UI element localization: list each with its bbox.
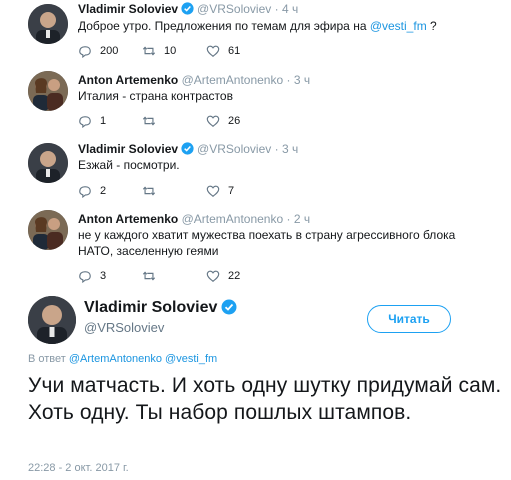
reply-count: 2 [100,185,107,197]
separator-dot: · [286,212,291,226]
retweet-icon [142,269,156,283]
tweet-text: не у каждого хватит мужества поехать в с… [78,228,456,258]
retweet-button[interactable] [142,114,164,128]
like-count: 61 [228,45,241,57]
like-button[interactable]: 26 [206,114,240,128]
tweet-actions: 3 22 [78,269,378,285]
like-button[interactable]: 61 [206,44,240,58]
avatar[interactable] [28,143,68,183]
verified-badge-icon [221,299,237,315]
tweet-text: Езжай - посмотри. [78,158,180,172]
avatar[interactable] [28,210,68,250]
author-handle[interactable]: @ArtemAntonenko [182,73,284,87]
tweet-text-part: Доброе утро. Предложения по темам для эф… [78,19,370,33]
reply-prefix: В ответ [28,353,69,365]
author-name[interactable]: Anton Artemenko [78,73,178,87]
retweet-icon [142,184,156,198]
mention-link[interactable]: @vesti_fm [370,19,427,33]
like-icon [206,114,220,128]
tweet-actions: 200 10 61 [78,44,378,60]
retweet-button[interactable] [142,269,164,283]
author-name[interactable]: Vladimir Soloviev [78,142,178,156]
reply-button[interactable]: 200 [78,44,118,58]
avatar[interactable] [28,296,76,344]
verified-badge-icon [181,142,194,155]
reply-to-line: В ответ @ArtemAntonenko @vesti_fm [28,353,217,365]
like-icon [206,184,220,198]
separator-dot: · [274,142,279,156]
reply-button[interactable]: 2 [78,184,106,198]
tweet-text: Доброе утро. Предложения по темам для эф… [78,18,498,34]
reply-icon [78,114,92,128]
reply-button[interactable]: 3 [78,269,106,283]
like-count: 7 [228,185,235,197]
author-handle[interactable]: @VRSoloviev [197,2,271,16]
reply-count: 3 [100,270,107,282]
tweet-text: Италия - страна контрастов [78,89,233,103]
reply-count: 200 [100,45,119,57]
like-count: 22 [228,270,241,282]
author-handle[interactable]: @VRSoloviev [84,320,164,335]
like-icon [206,269,220,283]
reply-icon [78,44,92,58]
avatar[interactable] [28,71,68,111]
author-name[interactable]: Vladimir Soloviev [78,2,178,16]
tweet-timestamp[interactable]: 22:28 - 2 окт. 2017 г. [28,462,129,474]
separator-dot: · [286,73,291,87]
verified-badge-icon [181,2,194,15]
separator-dot: · [274,2,279,16]
author-name[interactable]: Anton Artemenko [78,212,178,226]
tweet-time[interactable]: 2 ч [294,212,310,226]
like-count: 26 [228,115,241,127]
like-icon [206,44,220,58]
mention-link[interactable]: @ArtemAntonenko [69,353,162,365]
retweet-count: 10 [164,45,177,57]
retweet-button[interactable]: 10 [142,44,176,58]
retweet-icon [142,114,156,128]
tweet-text-part: ? [426,19,437,33]
like-button[interactable]: 22 [206,269,240,283]
reply-icon [78,269,92,283]
reply-icon [78,184,92,198]
tweet-text: Учи матчасть. И хоть одну шутку придумай… [28,374,502,424]
tweet-time[interactable]: 4 ч [282,2,298,16]
tweet-actions: 2 7 [78,184,378,200]
retweet-icon [142,44,156,58]
reply-button[interactable]: 1 [78,114,106,128]
author-handle[interactable]: @VRSoloviev [197,142,271,156]
reply-count: 1 [100,115,107,127]
mention-link[interactable]: @vesti_fm [165,353,217,365]
author-name[interactable]: Vladimir Soloviev [84,299,217,316]
tweet-actions: 1 26 [78,114,378,130]
retweet-button[interactable] [142,184,164,198]
avatar[interactable] [28,4,68,44]
tweet-time[interactable]: 3 ч [282,142,298,156]
author-handle[interactable]: @ArtemAntonenko [182,212,284,226]
author-name-row: Vladimir Soloviev [84,299,240,317]
tweet-time[interactable]: 3 ч [294,73,310,87]
follow-button[interactable]: Читать [367,305,451,333]
like-button[interactable]: 7 [206,184,234,198]
